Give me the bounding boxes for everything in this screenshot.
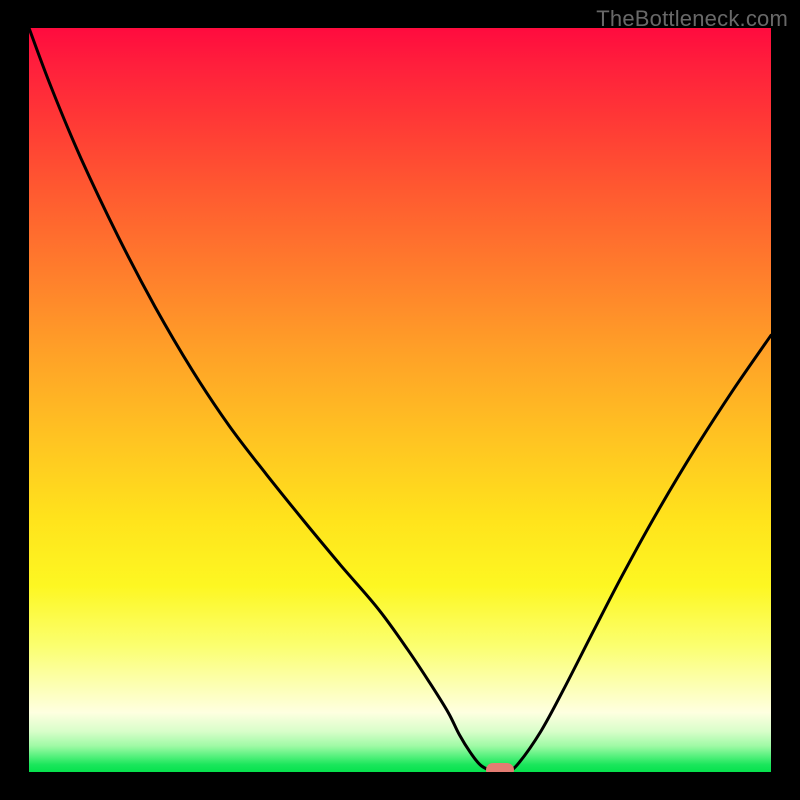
bottleneck-curve (29, 28, 771, 772)
watermark-text: TheBottleneck.com (596, 6, 788, 32)
chart-stage: TheBottleneck.com (0, 0, 800, 800)
marker-point (486, 763, 514, 772)
plot-area (29, 28, 771, 772)
